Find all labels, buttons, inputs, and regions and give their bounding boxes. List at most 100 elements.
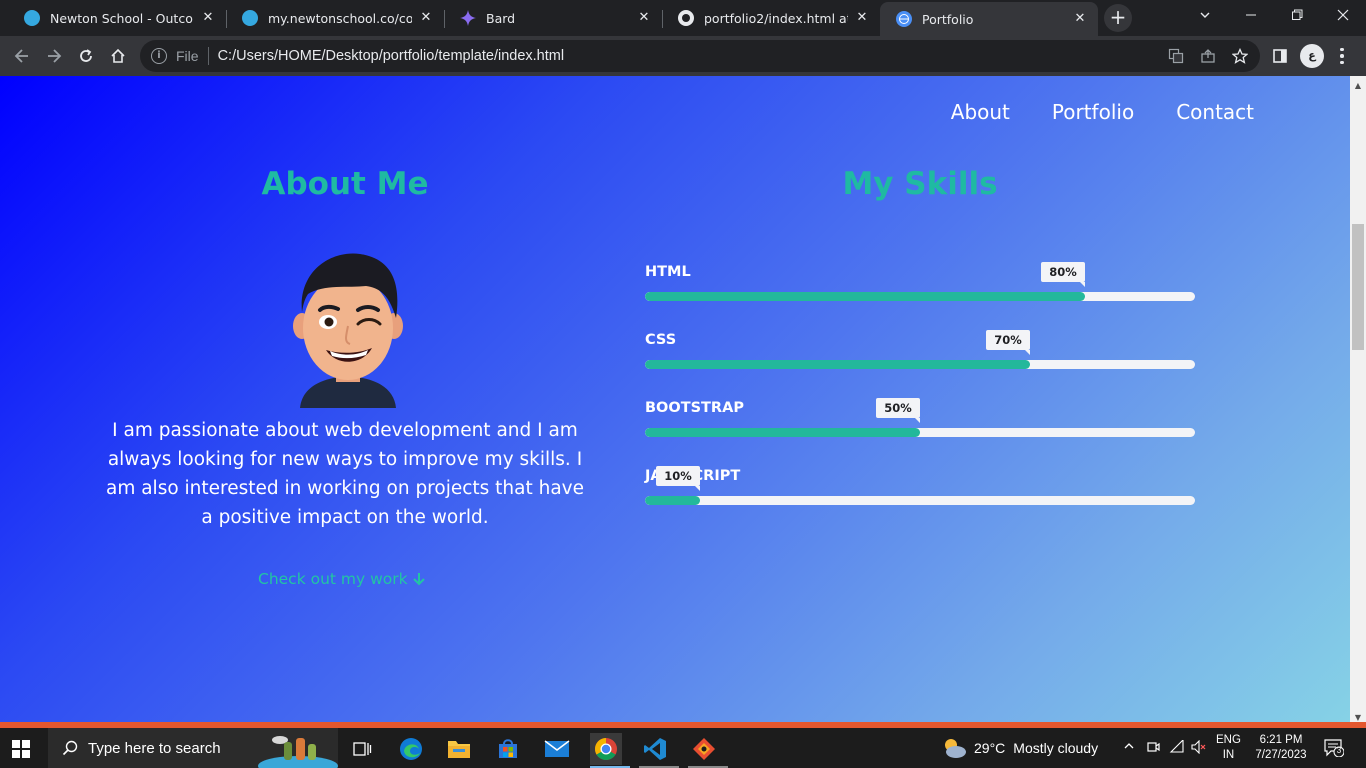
back-arrow-icon[interactable] <box>8 42 36 70</box>
tab-newton-course[interactable]: my.newtonschool.co/course/ ✕ <box>226 2 444 34</box>
scroll-down-arrow-icon[interactable]: ▼ <box>1354 714 1362 722</box>
chrome-menu-icon[interactable] <box>1332 44 1352 68</box>
nav-link-contact[interactable]: Contact <box>1176 100 1254 124</box>
clock-time: 6:21 PM <box>1259 734 1303 746</box>
task-view-icon[interactable] <box>346 733 378 765</box>
skill-progress-fill <box>645 360 1030 369</box>
tab-title: my.newtonschool.co/course/ <box>268 10 412 26</box>
tab-title: portfolio2/index.html at mai <box>704 10 848 26</box>
notification-count: 3 <box>1336 746 1342 755</box>
language-indicator[interactable]: ENG IN <box>1216 733 1241 763</box>
tab-strip: Newton School - Outcome O ✕ my.newtonsch… <box>0 0 1366 36</box>
address-bar[interactable]: i File C:/Users/HOME/Desktop/portfolio/t… <box>140 40 1260 72</box>
tab-newton-school[interactable]: Newton School - Outcome O ✕ <box>8 2 226 34</box>
forward-arrow-icon[interactable] <box>40 42 68 70</box>
search-highlight-illustration <box>258 736 338 768</box>
windows-taskbar: Type here to search 29°C Mostly cloudy E… <box>0 728 1366 768</box>
tab-bard[interactable]: Bard ✕ <box>444 2 662 34</box>
globe-icon <box>896 11 912 27</box>
weather-condition: Mostly cloudy <box>1013 740 1099 756</box>
scheme-label: File <box>176 48 199 64</box>
skill-javascript: JAVASCRIPT 10% <box>645 466 1195 518</box>
search-icon <box>62 740 78 756</box>
mail-icon[interactable] <box>541 733 573 765</box>
chrome-icon[interactable] <box>590 733 622 765</box>
minimize-button[interactable] <box>1228 4 1274 30</box>
tab-github[interactable]: portfolio2/index.html at mai ✕ <box>662 2 880 34</box>
skill-progress-fill <box>645 428 920 437</box>
skills-title: My Skills <box>842 166 998 202</box>
git-app-icon[interactable] <box>688 733 720 765</box>
notification-center-icon[interactable]: 3 <box>1324 739 1345 758</box>
arrow-down-icon <box>412 573 425 586</box>
cta-label: Check out my work <box>258 570 408 588</box>
close-tab-icon[interactable]: ✕ <box>1072 11 1088 27</box>
close-tab-icon[interactable]: ✕ <box>636 10 652 26</box>
nav-link-about[interactable]: About <box>951 100 1010 124</box>
weather-temp: 29°C <box>974 740 1006 756</box>
file-explorer-icon[interactable] <box>443 733 475 765</box>
close-tab-icon[interactable]: ✕ <box>854 10 870 26</box>
scrollbar-thumb[interactable] <box>1352 224 1364 350</box>
profile-avatar[interactable]: ع <box>1300 44 1324 68</box>
omnibox-divider <box>207 47 209 65</box>
bard-sparkle-icon <box>460 10 476 26</box>
skill-bootstrap: BOOTSTRAP 50% <box>645 398 1195 450</box>
tab-title: Portfolio <box>922 11 974 27</box>
skill-progress-track <box>645 360 1195 369</box>
tab-search-chevron-icon[interactable] <box>1182 4 1228 30</box>
clock-date: 7/27/2023 <box>1255 749 1307 761</box>
profile-avatar-image <box>293 253 403 408</box>
cloudy-weather-icon <box>945 739 966 758</box>
skill-percent-badge: 50% <box>876 398 920 423</box>
weather-widget[interactable]: 29°C Mostly cloudy <box>940 728 1098 768</box>
system-clock[interactable]: 6:21 PM 7/27/2023 <box>1250 733 1312 763</box>
edge-browser-icon[interactable] <box>395 733 427 765</box>
bookmark-star-icon[interactable] <box>1230 46 1250 66</box>
close-window-button[interactable] <box>1320 4 1366 30</box>
nav-link-portfolio[interactable]: Portfolio <box>1052 100 1134 124</box>
skill-label: HTML <box>645 264 691 280</box>
meet-now-icon[interactable] <box>1144 740 1162 758</box>
skill-percent-badge: 10% <box>656 466 700 491</box>
windows-start-icon[interactable] <box>12 740 30 758</box>
skill-label: BOOTSTRAP <box>645 400 744 416</box>
skill-progress-track <box>645 428 1195 437</box>
close-tab-icon[interactable]: ✕ <box>418 10 434 26</box>
side-panel-icon[interactable] <box>1270 46 1290 66</box>
scroll-up-arrow-icon[interactable]: ▲ <box>1354 82 1362 90</box>
page-viewport: About Portfolio Contact About Me My Skil… <box>0 76 1350 722</box>
github-icon <box>678 10 694 26</box>
show-hidden-icons-chevron-icon[interactable] <box>1120 740 1138 758</box>
home-icon[interactable] <box>104 42 132 70</box>
skill-css: CSS 70% <box>645 330 1195 382</box>
skill-progress-fill <box>645 292 1085 301</box>
close-tab-icon[interactable]: ✕ <box>200 10 216 26</box>
reload-icon[interactable] <box>72 42 100 70</box>
vscode-icon[interactable] <box>639 733 671 765</box>
url-text[interactable]: C:/Users/HOME/Desktop/portfolio/template… <box>218 48 565 64</box>
page-scrollbar[interactable]: ▲ ▼ <box>1350 76 1366 722</box>
restore-button[interactable] <box>1274 4 1320 30</box>
site-nav: About Portfolio Contact <box>951 100 1254 124</box>
about-title: About Me <box>261 166 429 202</box>
new-tab-button[interactable]: + <box>1104 4 1132 32</box>
tab-portfolio[interactable]: Portfolio ✕ <box>880 2 1098 36</box>
skill-progress-track <box>645 292 1195 301</box>
newton-favicon-icon <box>242 10 258 26</box>
wifi-icon[interactable] <box>1168 738 1186 758</box>
share-icon[interactable] <box>1198 46 1218 66</box>
microsoft-store-icon[interactable] <box>492 733 524 765</box>
browser-toolbar: i File C:/Users/HOME/Desktop/portfolio/t… <box>0 36 1366 76</box>
volume-muted-icon[interactable] <box>1190 739 1208 758</box>
skill-progress-track <box>645 496 1195 505</box>
translate-icon[interactable] <box>1166 46 1186 66</box>
about-description: I am passionate about web development an… <box>105 420 585 528</box>
skill-progress-fill <box>645 496 700 505</box>
newton-favicon-icon <box>24 10 40 26</box>
site-info-icon[interactable]: i <box>151 48 167 64</box>
skill-percent-badge: 70% <box>986 330 1030 355</box>
language-code: ENG <box>1216 734 1241 746</box>
tab-title: Bard <box>486 10 516 26</box>
check-out-work-link[interactable]: Check out my work <box>258 570 426 588</box>
